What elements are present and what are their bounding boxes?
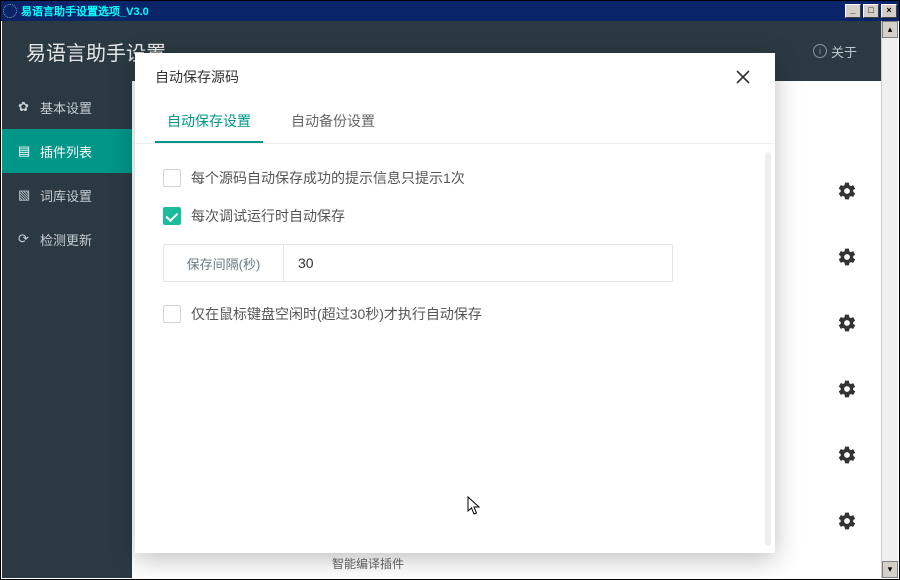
modal-tabs: 自动保存设置 自动备份设置	[135, 101, 775, 144]
window-close-button[interactable]: ×	[881, 4, 897, 18]
modal-title: 自动保存源码	[155, 67, 239, 87]
interval-label: 保存间隔(秒)	[164, 245, 284, 281]
checkbox-label: 每个源码自动保存成功的提示信息只提示1次	[191, 168, 465, 188]
checkbox-save-on-debug[interactable]	[163, 207, 181, 225]
window-minimize-button[interactable]: _	[845, 4, 861, 18]
scroll-up-icon[interactable]: ▴	[882, 21, 898, 38]
window-titlebar: 易语言助手设置选项_V3.0 _ □ ×	[1, 1, 899, 21]
scroll-down-icon[interactable]: ▾	[882, 561, 898, 578]
checkbox-label: 仅在鼠标键盘空闲时(超过30秒)才执行自动保存	[191, 304, 482, 324]
autosave-modal: 自动保存源码 自动保存设置 自动备份设置 每个源码	[135, 53, 775, 553]
scroll-track[interactable]	[882, 38, 898, 561]
interval-input[interactable]	[284, 245, 672, 281]
modal-close-button[interactable]	[731, 65, 755, 89]
save-interval-field: 保存间隔(秒)	[163, 244, 673, 282]
window-maximize-button[interactable]: □	[863, 4, 879, 18]
checkbox-prompt-once[interactable]	[163, 169, 181, 187]
vertical-scrollbar[interactable]: ▴ ▾	[881, 21, 898, 578]
window-icon	[3, 4, 17, 18]
tab-autosave-settings[interactable]: 自动保存设置	[155, 101, 263, 143]
window-title: 易语言助手设置选项_V3.0	[21, 3, 149, 19]
tab-label: 自动保存设置	[167, 113, 251, 129]
close-icon	[735, 69, 751, 85]
checkbox-label: 每次调试运行时自动保存	[191, 206, 345, 226]
tab-label: 自动备份设置	[291, 113, 375, 129]
checkbox-only-idle[interactable]	[163, 305, 181, 323]
tab-autobackup-settings[interactable]: 自动备份设置	[279, 101, 387, 143]
